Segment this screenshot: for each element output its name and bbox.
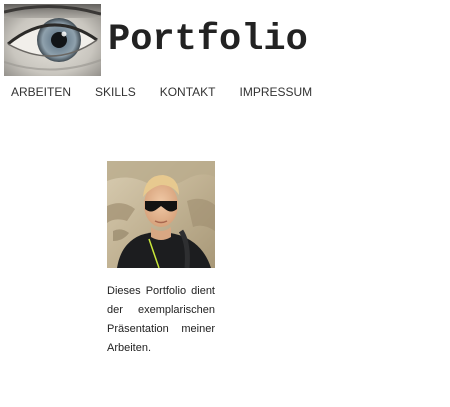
- site-header: Portfolio: [4, 4, 446, 76]
- site-title: Portfolio: [108, 19, 308, 61]
- intro-paragraph: Dieses Portfolio dient der exemplarische…: [107, 285, 215, 354]
- nav-item-impressum[interactable]: IMPRESSUM: [240, 84, 313, 100]
- profile-photo: [107, 161, 215, 268]
- person-photo-icon: [107, 161, 215, 268]
- eye-icon: [4, 4, 101, 76]
- nav-item-kontakt[interactable]: KONTAKT: [160, 84, 216, 100]
- main-navigation: ARBEITEN SKILLS KONTAKT IMPRESSUM: [11, 84, 312, 100]
- nav-item-arbeiten[interactable]: ARBEITEN: [11, 84, 71, 100]
- eye-logo-image: [4, 4, 101, 76]
- main-content: Dieses Portfolio dient der exemplarische…: [107, 161, 215, 358]
- nav-item-skills[interactable]: SKILLS: [95, 84, 136, 100]
